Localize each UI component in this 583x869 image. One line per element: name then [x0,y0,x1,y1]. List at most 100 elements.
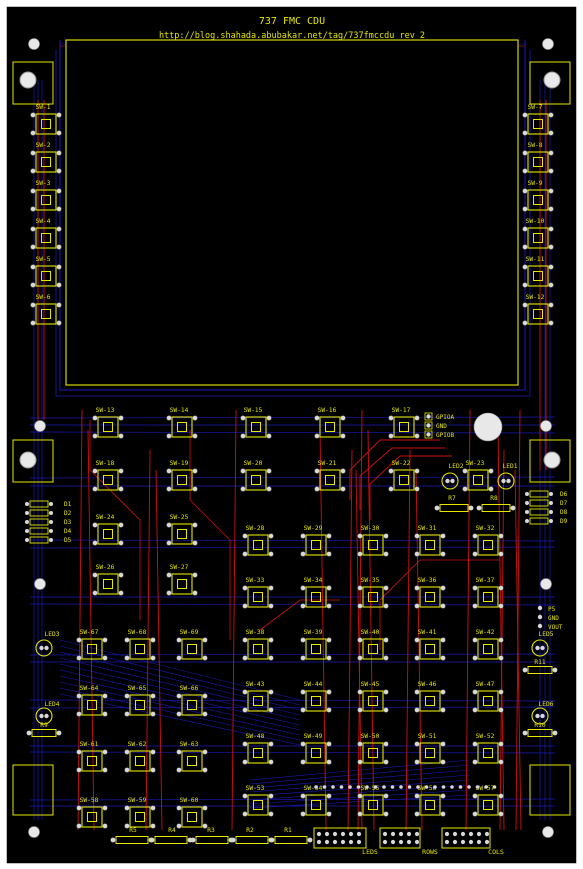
switch-pad [166,590,172,596]
switch-pad [498,585,504,591]
connector-pin [460,831,466,837]
switch-label: SW-53 [246,785,265,792]
switch-pad [56,244,62,250]
connector-label: COLS [488,848,504,856]
switch-pad [176,805,182,811]
diode-pad [49,538,53,542]
switch-pad [76,767,82,773]
switch-pad [176,693,182,699]
power-pad [537,605,543,611]
switch-pad [522,226,528,232]
switch-pad [326,689,332,695]
switch-pad [388,433,394,439]
switch-pad [522,150,528,156]
pcb-layout-diagram: SW-1 SW-2 SW-3 SW-4 SW-5 SW-6 SW-7 SW-8 SW-9 SW-1… [0,0,583,869]
switch-pad [202,805,208,811]
switch-pad [268,759,274,765]
switch-pad [192,522,198,528]
switch-label: SW-61 [80,741,99,748]
switch-pad [326,759,332,765]
switch-pad [300,533,306,539]
connector-pin [398,839,404,845]
switch-pad [56,282,62,288]
connector-pin [316,831,322,837]
switch-label: SW-28 [246,525,265,532]
test-pad [484,785,488,789]
switch-label: SW-67 [80,629,99,636]
switch-pad [92,486,98,492]
switch-pad [522,320,528,326]
switch-pad [388,486,394,492]
switch-pad [300,793,306,799]
switch-pad [522,168,528,174]
switch-pad [150,767,156,773]
switch-pad [440,759,446,765]
led-pad [540,645,545,651]
switch-pad [202,749,208,755]
switch-pad [357,603,363,609]
switch-pad [176,767,182,773]
switch-pad [326,741,332,747]
test-pad [348,785,352,789]
switch-pad [314,433,320,439]
switch-label: SW-15 [244,407,263,414]
switch-pad [118,415,124,421]
switch-pad [440,637,446,643]
diode-pad [549,501,553,505]
test-pad [467,785,471,789]
switch-pad [124,805,130,811]
test-pad [399,785,403,789]
switch-label: SW-1 [36,104,51,111]
switch-pad [498,741,504,747]
switch-pad [472,603,478,609]
switch-pad [76,693,82,699]
switch-pad [192,486,198,492]
switch-pad [202,711,208,717]
switch-pad [102,823,108,829]
switch-pad [548,188,554,194]
switch-pad [414,759,420,765]
switch-pad [124,749,130,755]
switch-pad [266,468,272,474]
switch-pad [548,206,554,212]
switch-label: SW-42 [476,629,495,636]
switch-pad [268,741,274,747]
switch-pad [383,585,389,591]
switch-pad [548,244,554,250]
switch-label: SW-25 [170,514,189,521]
switch-label: SW-38 [246,629,265,636]
switch-pad [388,415,394,421]
switch-pad [176,749,182,755]
led-pad [44,713,49,719]
diode-pad [549,510,553,514]
switch-label: SW-63 [180,741,199,748]
switch-pad [383,655,389,661]
switch-label: SW-37 [476,577,495,584]
switch-pad [56,168,62,174]
power-pad [537,614,543,620]
switch-pad [102,767,108,773]
switch-pad [150,823,156,829]
switch-label: SW-46 [418,681,437,688]
connector-pin [414,839,420,845]
connector-pin [340,831,346,837]
switch-pad [166,540,172,546]
connector-pin [332,839,338,845]
switch-pad [414,415,420,421]
lcd-outline [65,39,519,386]
switch-label: SW-17 [392,407,411,414]
switch-pad [472,707,478,713]
switch-pad [92,468,98,474]
switch-pad [166,486,172,492]
test-pad [331,785,335,789]
switch-pad [268,811,274,817]
switch-pad [268,689,274,695]
switch-pad [56,206,62,212]
switch-pad [150,637,156,643]
diode-pad [525,510,529,514]
switch-pad [498,793,504,799]
gpio-pad [426,423,431,428]
diode-label: D5 [64,537,72,544]
switch-pad [357,793,363,799]
connector-pin [476,831,482,837]
